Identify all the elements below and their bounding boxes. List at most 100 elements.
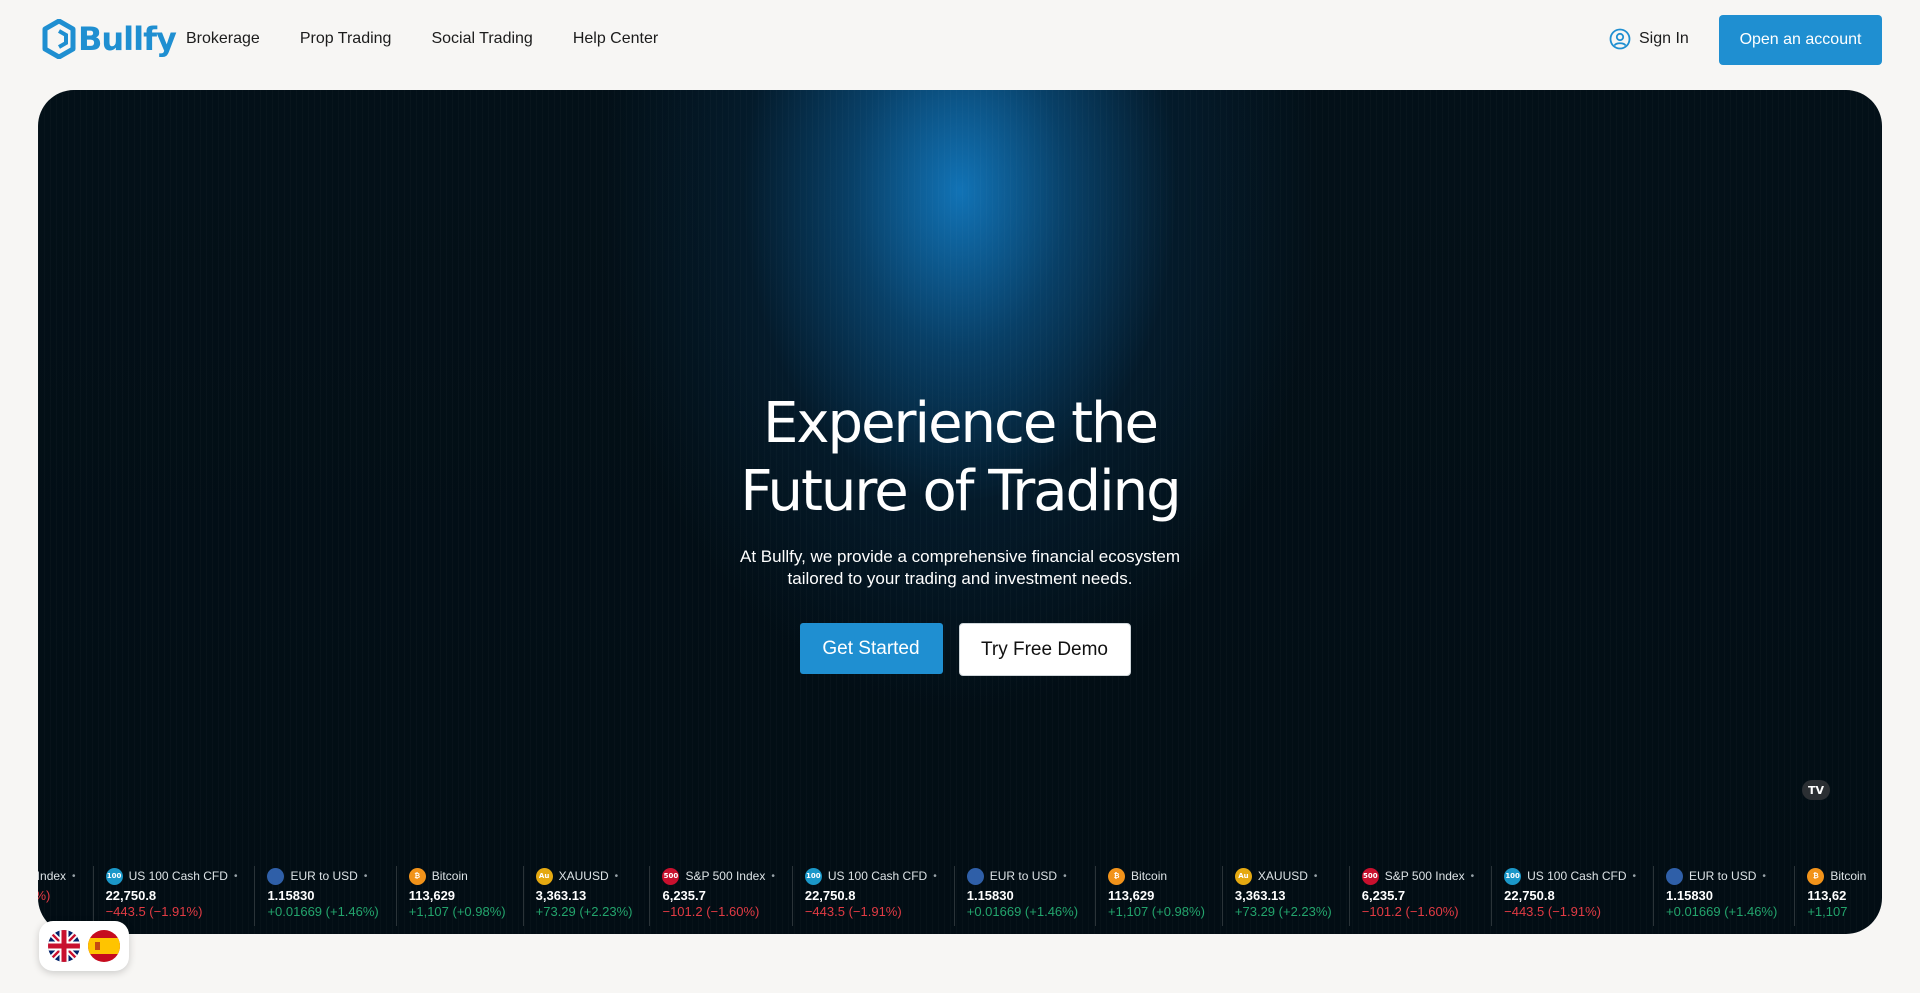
ticker-item-header: EUR to USD •: [966, 866, 1078, 886]
ticker-change: +73.29 (+2.23%): [535, 904, 633, 919]
open-account-button[interactable]: Open an account: [1719, 15, 1882, 65]
gold-icon: Au: [1234, 867, 1252, 885]
ticker-symbol-name: 00 Index: [38, 869, 67, 883]
ticker-item-header: EUR to USD •: [1666, 866, 1777, 886]
ticker-item[interactable]: 500 S&P 500 Index • 6,235.7 −101.2 (−1.60%): [1350, 866, 1493, 926]
market-status-dot: •: [1470, 870, 1475, 882]
ticker-price: 113,62: [1807, 888, 1847, 903]
ticker-item[interactable]: EUR to USD • 1.15830 +0.01669 (+1.46%): [955, 866, 1097, 926]
ticker-price: 1.15830: [1666, 888, 1714, 903]
bitcoin-icon: ₿: [1807, 867, 1825, 885]
ticker-change: −101.2 (−1.60%): [662, 904, 760, 919]
ticker-symbol-name: US 100 Cash CFD: [1527, 869, 1627, 883]
us100-icon: 100: [804, 867, 822, 885]
uk-flag-icon[interactable]: [48, 930, 80, 962]
hero-title-line2: Future of Trading: [740, 459, 1181, 524]
ticker-item-header: 100 US 100 Cash CFD •: [1504, 866, 1636, 886]
nav-social-trading[interactable]: Social Trading: [431, 28, 532, 50]
ticker-change: +0.01669 (+1.46%): [966, 904, 1079, 919]
ticker-item[interactable]: EUR to USD • 1.15830 +0.01669 (+1.46%): [255, 866, 397, 926]
ticker-change: +0.01669 (+1.46%): [1666, 904, 1778, 919]
market-status-dot: •: [363, 870, 368, 882]
ticker-change: +1,107: [1807, 904, 1848, 919]
gold-icon: Au: [535, 867, 553, 885]
sp500-icon: 500: [662, 867, 680, 885]
ticker-tape[interactable]: 00 Index • 60%) 100 US 100 Cash CFD • 22,750.8…: [38, 866, 1882, 934]
ticker-symbol-name: Bitcoin: [1131, 869, 1168, 883]
get-started-button[interactable]: Get Started: [799, 623, 943, 674]
market-status-dot: •: [614, 870, 619, 882]
eur-usd-icon: [966, 867, 984, 885]
ticker-price: 113,629: [408, 888, 456, 903]
sp500-icon: 500: [1361, 867, 1379, 885]
ticker-change: 60%): [38, 888, 51, 903]
ticker-item-header: 500 S&P 500 Index •: [1361, 866, 1475, 886]
ticker-item[interactable]: 100 US 100 Cash CFD • 22,750.8 −443.5 (−1.91…: [793, 866, 955, 926]
sign-in-label: Sign In: [1639, 30, 1689, 47]
hero-title-line1: Experience the: [763, 391, 1159, 456]
spain-flag-icon[interactable]: [88, 930, 120, 962]
ticker-price: 6,235.7: [1361, 888, 1406, 903]
ticker-symbol-name: EUR to USD: [989, 869, 1058, 883]
ticker-price: 22,750.8: [804, 888, 856, 903]
bullfy-logo-icon: [42, 19, 76, 59]
ticker-price: 22,750.8: [1504, 888, 1555, 903]
ticker-item[interactable]: EUR to USD • 1.15830 +0.01669 (+1.46%): [1654, 866, 1796, 926]
hero-subtitle: At Bullfy, we provide a comprehensive fi…: [38, 546, 1882, 590]
market-status-dot: •: [771, 870, 775, 882]
tradingview-badge-icon[interactable]: TV: [1802, 780, 1830, 800]
sign-in-link[interactable]: Sign In: [1609, 28, 1689, 50]
ticker-item[interactable]: 100 US 100 Cash CFD • 22,750.8 −443.5 (−1.91…: [1492, 866, 1655, 926]
ticker-symbol-name: Bitcoin: [431, 869, 468, 883]
bullfy-logo[interactable]: Bullfy: [42, 18, 177, 60]
market-status-dot: •: [1632, 870, 1637, 882]
ticker-item[interactable]: Au XAUUSD • 3,363.13 +73.29 (+2.23%): [524, 866, 651, 926]
ticker-change: −443.5 (−1.91%): [804, 904, 902, 919]
eur-usd-icon: [1666, 867, 1684, 885]
language-switcher: [39, 921, 129, 971]
ticker-price: 3,363.13: [535, 888, 587, 903]
bitcoin-icon: ₿: [408, 867, 426, 885]
ticker-item[interactable]: 100 US 100 Cash CFD • 22,750.8 −443.5 (−1.91…: [94, 866, 256, 926]
main-nav: Brokerage Prop Trading Social Trading He…: [186, 28, 658, 50]
hero-buttons: Get Started Try Free Demo: [38, 623, 1882, 676]
us100-icon: 100: [1504, 867, 1522, 885]
ticker-item-header: ₿ Bitcoin: [1807, 866, 1866, 886]
ticker-item-header: 100 US 100 Cash CFD •: [804, 866, 937, 886]
nav-brokerage[interactable]: Brokerage: [186, 28, 260, 50]
ticker-item-header: ₿ Bitcoin: [408, 866, 506, 886]
market-status-dot: •: [233, 870, 238, 882]
ticker-change: −443.5 (−1.91%): [1504, 904, 1601, 919]
hero-title: Experience the Future of Trading: [38, 390, 1882, 526]
ticker-item[interactable]: ₿ Bitcoin 113,62 +1,107: [1795, 866, 1882, 926]
ticker-item[interactable]: Au XAUUSD • 3,363.13 +73.29 (+2.23%): [1223, 866, 1350, 926]
logo-text: Bullfy: [78, 20, 177, 58]
ticker-item-header: 00 Index •: [38, 866, 76, 886]
ticker-item[interactable]: ₿ Bitcoin 113,629 +1,107 (+0.98%): [397, 866, 524, 926]
site-header: Bullfy Brokerage Prop Trading Social Tra…: [0, 0, 1920, 88]
hero-subtitle-line2: tailored to your trading and investment …: [787, 569, 1133, 588]
ticker-change: +1,107 (+0.98%): [408, 904, 506, 919]
ticker-symbol-name: EUR to USD: [1689, 869, 1757, 883]
ticker-price: 22,750.8: [105, 888, 157, 903]
nav-help-center[interactable]: Help Center: [573, 28, 658, 50]
market-status-dot: •: [1762, 870, 1766, 882]
ticker-change: −443.5 (−1.91%): [105, 904, 203, 919]
ticker-item[interactable]: 500 S&P 500 Index • 6,235.7 −101.2 (−1.60%): [650, 866, 793, 926]
ticker-symbol-name: US 100 Cash CFD: [128, 869, 228, 883]
ticker-symbol-name: S&P 500 Index: [1384, 869, 1465, 883]
ticker-item-header: 500 S&P 500 Index •: [662, 866, 775, 886]
ticker-symbol-name: EUR to USD: [290, 869, 358, 883]
ticker-item-header: EUR to USD •: [267, 866, 378, 886]
ticker-item-header: 100 US 100 Cash CFD •: [105, 866, 238, 886]
try-free-demo-button[interactable]: Try Free Demo: [958, 623, 1131, 676]
ticker-item[interactable]: 00 Index • 60%): [38, 866, 94, 926]
ticker-change: +0.01669 (+1.46%): [267, 904, 379, 919]
nav-prop-trading[interactable]: Prop Trading: [300, 28, 392, 50]
ticker-price: 113,629: [1108, 888, 1155, 903]
ticker-change: +1,107 (+0.98%): [1108, 904, 1205, 919]
ticker-item[interactable]: ₿ Bitcoin 113,629 +1,107 (+0.98%): [1096, 866, 1223, 926]
ticker-symbol-name: Bitcoin: [1830, 869, 1867, 883]
bitcoin-icon: ₿: [1108, 867, 1126, 885]
market-status-dot: •: [1313, 870, 1318, 882]
